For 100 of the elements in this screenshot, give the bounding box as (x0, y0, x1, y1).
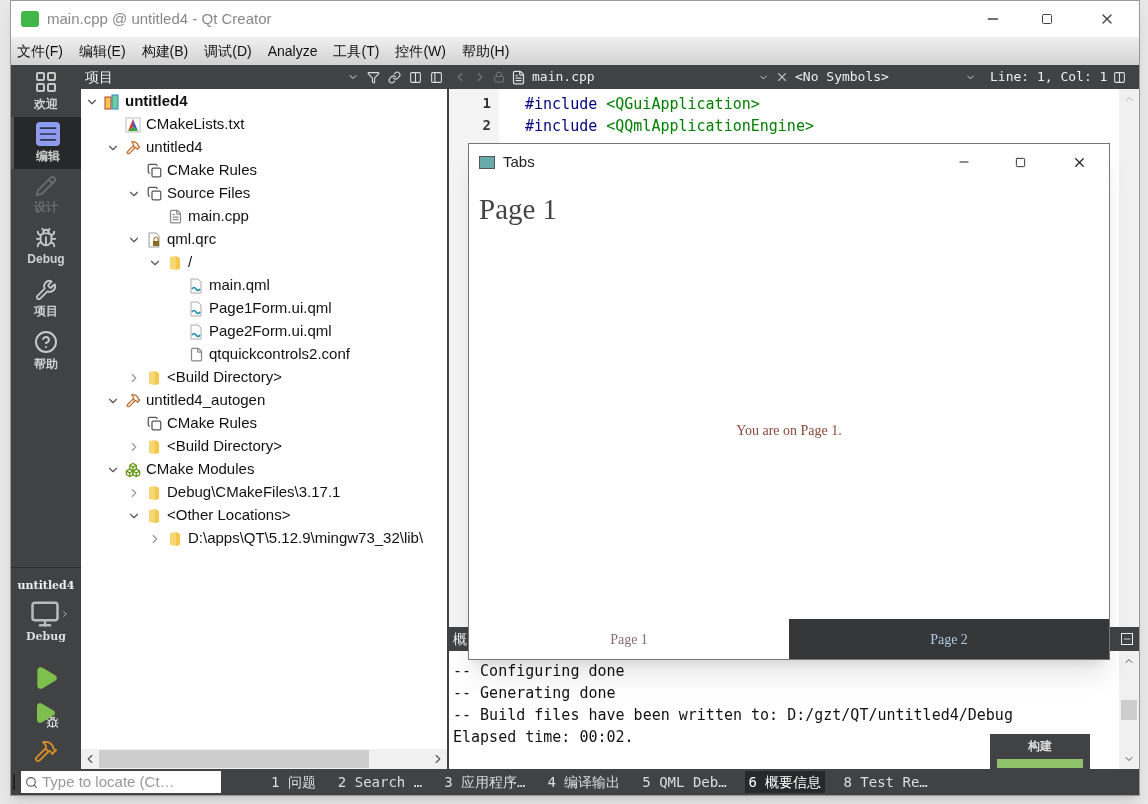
grid-icon (34, 69, 58, 94)
build-progress-label: 构建 (1028, 738, 1052, 755)
menu-item[interactable]: 调试(D) (204, 40, 252, 62)
mode-button[interactable]: Debug (11, 221, 81, 273)
mode-button[interactable]: 项目 (11, 273, 81, 325)
tree-item[interactable]: CMakeLists.txt (146, 113, 245, 136)
cmake-icon (125, 116, 141, 133)
qml-file-icon (188, 323, 204, 340)
horizontal-scrollbar[interactable] (81, 749, 447, 769)
file-icon (511, 69, 526, 85)
window-title: main.cpp @ untitled4 - Qt Creator (47, 8, 272, 29)
cursor-position: Line: 1, Col: 1 (990, 68, 1108, 87)
panel-title: 项目 (85, 67, 114, 87)
mode-button[interactable]: 帮助 (11, 325, 81, 377)
tree-item[interactable]: Page1Form.ui.qml (209, 297, 332, 320)
minimize-pane-icon[interactable] (1121, 633, 1133, 645)
menu-item[interactable]: Analyze (267, 40, 318, 62)
vertical-scrollbar[interactable] (1119, 651, 1139, 769)
app-logo-icon (21, 11, 39, 27)
file-selector[interactable]: main.cpp (532, 67, 752, 87)
pane-tab[interactable]: 2 Search … (333, 771, 427, 793)
tree-item[interactable]: main.cpp (188, 205, 249, 228)
tree-item[interactable]: CMake Rules (167, 159, 258, 182)
output-title: 概 (453, 629, 467, 649)
folder-icon (168, 530, 182, 547)
folder-icon (168, 254, 182, 271)
document-icon (35, 121, 60, 146)
project-icon (104, 93, 120, 110)
symbol-selector[interactable]: <No Symbols> (795, 67, 959, 87)
pane-tab[interactable]: 1 问题 (267, 771, 320, 793)
mode-button[interactable]: 编辑 (11, 117, 81, 169)
pane-tab[interactable]: 4 编译输出 (543, 771, 625, 793)
window-title: Tabs (503, 151, 535, 172)
menu-item[interactable]: 构建(B) (141, 40, 189, 62)
scroll-thumb[interactable] (99, 750, 369, 768)
tree-item[interactable]: Source Files (167, 182, 251, 205)
scroll-thumb[interactable] (1121, 700, 1137, 720)
tree-item[interactable]: Debug\CMakeFiles\3.17.1 (167, 481, 341, 504)
tree-item[interactable]: Page2Form.ui.qml (209, 320, 332, 343)
kit-config-label: Debug (26, 628, 66, 645)
kit-project-label: untitled4 (17, 578, 75, 594)
menu-item[interactable]: 工具(T) (333, 40, 380, 62)
link-icon[interactable] (388, 70, 401, 84)
mode-button[interactable]: 欢迎 (11, 65, 81, 117)
boxes-icon (125, 461, 141, 478)
tree-item[interactable]: / (188, 251, 193, 274)
split-icon[interactable] (409, 70, 422, 84)
folder-icon (147, 507, 161, 524)
pane-tab[interactable]: 3 应用程序… (440, 771, 530, 793)
close-panel-icon[interactable] (430, 70, 443, 84)
hammer-icon (125, 393, 141, 408)
page-tab[interactable]: Page 2 (789, 619, 1109, 659)
output-line: Elapsed time: 00:02. (453, 727, 634, 748)
locked-file-icon (146, 231, 162, 248)
menu-item[interactable]: 控件(W) (395, 40, 446, 62)
caret-icon[interactable] (60, 608, 70, 619)
line-number: 2 (482, 116, 491, 135)
tree-item[interactable]: CMake Modules (146, 458, 255, 481)
tree-item[interactable]: <Build Directory> (167, 366, 283, 389)
maximize-icon[interactable] (1041, 13, 1053, 25)
tree-item[interactable]: qtquickcontrols2.conf (209, 343, 350, 366)
folder-icon (147, 369, 161, 386)
file-icon (167, 209, 183, 224)
file-icon (188, 347, 204, 362)
tree-item[interactable]: untitled4_autogen (146, 389, 266, 412)
qml-file-icon (188, 277, 204, 294)
code-directive: #include (525, 94, 598, 115)
line-number: 1 (482, 94, 491, 113)
split-icon[interactable] (1113, 70, 1127, 84)
filter-icon[interactable] (367, 70, 380, 84)
tree-item[interactable]: main.qml (209, 274, 270, 297)
folder-icon (147, 438, 161, 455)
tree-item[interactable]: qml.qrc (167, 228, 217, 251)
tree-item[interactable]: untitled4 (125, 90, 188, 113)
menu-item[interactable]: 帮助(H) (461, 40, 510, 62)
tree-item[interactable]: CMake Rules (167, 412, 258, 435)
tree-item[interactable]: D:\apps\QT\5.12.9\mingw73_32\lib\ (188, 527, 424, 550)
vertical-scrollbar[interactable] (1119, 89, 1139, 627)
menu-item[interactable]: 编辑(E) (78, 40, 126, 62)
page-message: You are on Page 1. (736, 421, 842, 440)
code-header: <QGuiApplication> (606, 94, 760, 115)
tree-item[interactable]: <Build Directory> (167, 435, 283, 458)
locate-field[interactable]: Type to locate (Ct… (21, 771, 221, 793)
menu-item[interactable]: 文件(F) (17, 40, 63, 62)
pane-tab[interactable]: 8 Test Re… (839, 771, 932, 793)
pane-tab[interactable]: 6 概要信息 (744, 771, 826, 793)
files-icon (146, 163, 162, 178)
files-icon (146, 186, 162, 201)
build-icon[interactable] (34, 739, 58, 763)
tree-item[interactable]: untitled4 (146, 136, 203, 159)
pane-tab[interactable]: 5 QML Deb… (638, 771, 731, 793)
page-heading: Page 1 (479, 192, 558, 227)
maximize-icon[interactable] (1015, 156, 1026, 168)
code-header: <QQmlApplicationEngine> (606, 116, 814, 137)
folder-icon (147, 484, 161, 501)
help-icon (34, 329, 58, 354)
pencil-icon (35, 174, 57, 197)
output-line: -- Generating done (453, 683, 616, 704)
page-tab[interactable]: Page 1 (469, 619, 789, 659)
tree-item[interactable]: <Other Locations> (167, 504, 291, 527)
